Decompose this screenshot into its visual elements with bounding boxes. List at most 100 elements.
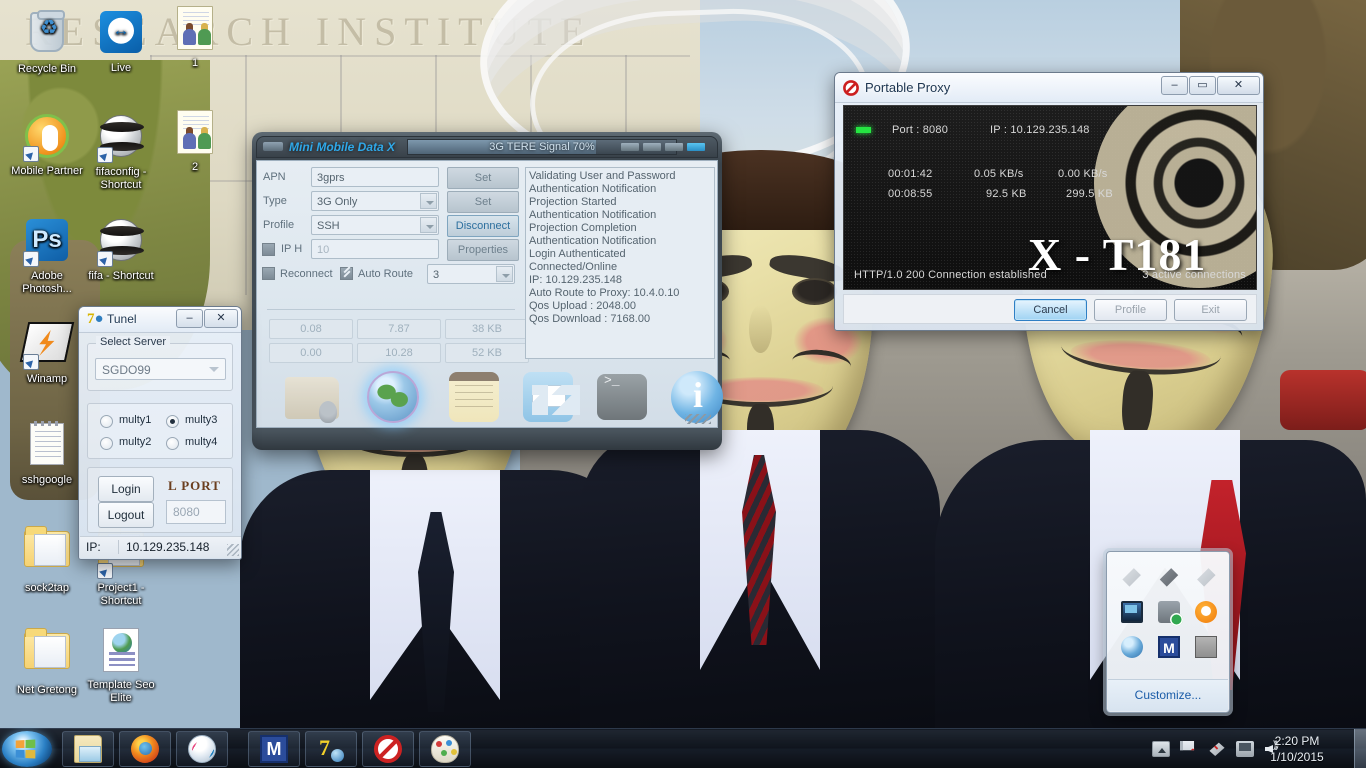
desktop-icon-label: Mobile Partner [11,165,83,177]
show-desktop-button[interactable] [1354,729,1366,768]
taskbar-item-windows-explorer[interactable] [62,731,114,767]
tunel-logout-button[interactable]: Logout [98,502,154,528]
pp-close-button[interactable]: ✕ [1217,76,1260,95]
mmdx-resize-grip[interactable] [685,414,711,424]
mini-mobile-data-x-window[interactable]: Mini Mobile Data X 3G TERE Signal 70% AP… [252,132,723,450]
chevron-down-icon[interactable] [420,193,437,209]
desktop-icon-label: Winamp [26,373,68,385]
desktop-icon-adobe-photosh[interactable]: Ps Adobe Photosh... [8,216,86,296]
network-error-icon[interactable] [1209,742,1225,757]
desktop-icon-1[interactable]: 1 [156,4,234,70]
tunel-server-group: Select Server SGDO99 [87,336,233,391]
tray-show-hidden-icons-button[interactable] [1152,741,1170,757]
taskbar[interactable]: M 7 2:20 PM 1/10/2015 [0,728,1366,768]
taskbar-item-tunel[interactable]: 7 [305,731,357,767]
tray-customize-link[interactable]: Customize... [1108,679,1228,711]
tunel-resize-grip[interactable] [227,544,239,556]
desktop-icon-mobile-partner[interactable]: Mobile Partner [8,112,86,178]
pp-maximize-button[interactable]: ▭ [1189,76,1216,95]
radio-button-icon[interactable] [100,437,113,450]
dock-globe-icon[interactable] [367,369,421,423]
tray-remote-monitor-icon[interactable] [1120,600,1143,623]
chevron-down-icon[interactable] [420,217,437,233]
tunel-login-button[interactable]: Login [98,476,154,502]
tunel-lport-input[interactable]: 8080 [166,500,226,524]
taskbar-item-mdata[interactable]: M [248,731,300,767]
chevron-down-icon[interactable] [209,367,219,372]
pp-cancel-button[interactable]: Cancel [1014,299,1087,321]
tray-icon-grid[interactable]: M [1113,560,1225,664]
pp-profile-button[interactable]: Profile [1094,299,1167,321]
mmdx-autoroute-checkbox[interactable] [340,267,353,280]
desktop-icon-recycle-bin[interactable]: Recycle Bin [8,8,86,76]
mmdx-type-select[interactable]: 3G Only [311,191,439,211]
no-entry-icon [374,735,402,763]
tray-network-dark-icon[interactable] [1159,568,1179,587]
mmdx-close-button[interactable] [687,143,705,151]
dock-folder-search-icon[interactable] [285,369,339,423]
mmdx-set-apn-button[interactable]: Set [447,167,519,189]
taskbar-item-paint[interactable] [419,731,471,767]
desktop-icon-live[interactable]: Live [82,8,160,75]
mmdx-menu-button[interactable] [621,143,639,151]
mmdx-minimize-button-2[interactable] [643,143,661,151]
tunel-window-buttons[interactable]: – ✕ [176,309,238,328]
dock-terminal-icon[interactable] [597,369,651,423]
mmdx-reconnect-checkbox[interactable] [262,267,275,280]
mmdx-restore-button[interactable] [665,143,683,151]
taskbar-item-maxthon[interactable] [176,731,228,767]
mmdx-titlebar[interactable]: Mini Mobile Data X 3G TERE Signal 70% [256,136,718,158]
tray-gray-square-icon[interactable] [1195,635,1218,658]
start-button[interactable] [2,731,52,767]
pp-window-buttons[interactable]: – ▭ ✕ [1161,76,1260,95]
mmdx-disconnect-button[interactable]: Disconnect [447,215,519,237]
taskbar-clock[interactable]: 2:20 PM 1/10/2015 [1254,733,1340,765]
chevron-down-icon[interactable] [496,266,513,282]
mmdx-autoroute-select[interactable]: 3 [427,264,515,284]
remote-monitor-icon[interactable] [1236,741,1254,757]
desktop-icon-2[interactable]: 2 [156,108,234,174]
mmdx-iph-input[interactable]: 10 [311,239,439,259]
desktop-icon-fifaconfig-shortcut[interactable]: fifaconfig - Shortcut [82,112,160,192]
tunel-close-button[interactable]: ✕ [204,309,238,328]
desktop-icon-net-gretong[interactable]: Net Gretong [8,626,86,697]
tunel-server-select[interactable]: SGDO99 [95,358,226,380]
tray-opera-icon[interactable] [1195,600,1218,623]
mmdx-profile-select[interactable]: SSH [311,215,439,235]
mmdx-set-type-button[interactable]: Set [447,191,519,213]
mmdx-apn-input[interactable]: 3gprs [311,167,439,187]
tunel-window[interactable]: 7● Tunel – ✕ Select Server SGDO99 multy1… [78,306,242,560]
taskbar-item-portable-proxy[interactable] [362,731,414,767]
tray-maxthon-m-icon[interactable]: M [1157,635,1180,658]
desktop-icon-template-seo-elite[interactable]: Template Seo Elite [82,626,160,705]
dock-mail-icon[interactable] [523,369,577,423]
tunel-minimize-button[interactable]: – [176,309,203,328]
mmdx-dock[interactable] [259,367,723,425]
desktop[interactable]: RESEARCH INSTITUTE ♻ Recycle Bin ↔ Live … [0,0,1366,768]
desktop-icon-fifa-shortcut[interactable]: fifa - Shortcut [82,216,160,283]
action-center-flag-icon[interactable] [1180,741,1195,751]
portable-proxy-window[interactable]: Portable Proxy – ▭ ✕ Port : 8080 IP : 10… [834,72,1264,331]
pp-minimize-button[interactable]: – [1161,76,1188,95]
pp-exit-button[interactable]: Exit [1174,299,1247,321]
radio-button-icon[interactable] [166,437,179,450]
tray-overflow-flyout[interactable]: M Customize... [1106,551,1230,713]
mmdx-separator [267,309,515,310]
tunel-titlebar[interactable]: 7● Tunel – ✕ [79,307,241,333]
tray-network-disconnected-icon-2[interactable] [1197,568,1216,587]
mmdx-iph-checkbox[interactable] [262,243,275,256]
radio-button-icon[interactable] [100,415,113,428]
mmdx-properties-button[interactable]: Properties [447,239,519,261]
desktop-icon-winamp[interactable]: Winamp [8,318,86,386]
mmdx-minimize-button[interactable] [263,142,283,151]
mmdx-log-panel[interactable]: Validating User and Password Authenticati… [525,167,715,359]
pp-titlebar[interactable]: Portable Proxy – ▭ ✕ [835,73,1263,103]
tray-globe-icon[interactable] [1120,635,1143,658]
desktop-icon-sshgoogle[interactable]: sshgoogle [8,420,86,487]
tray-usb-safely-remove-icon[interactable] [1157,600,1183,626]
dock-notepad-icon[interactable] [449,369,503,423]
taskbar-item-firefox[interactable] [119,731,171,767]
tray-network-disconnected-icon-1[interactable] [1122,568,1141,587]
desktop-icon-sock2tap[interactable]: sock2tap [8,524,86,595]
radio-button-selected-icon[interactable] [166,415,179,428]
